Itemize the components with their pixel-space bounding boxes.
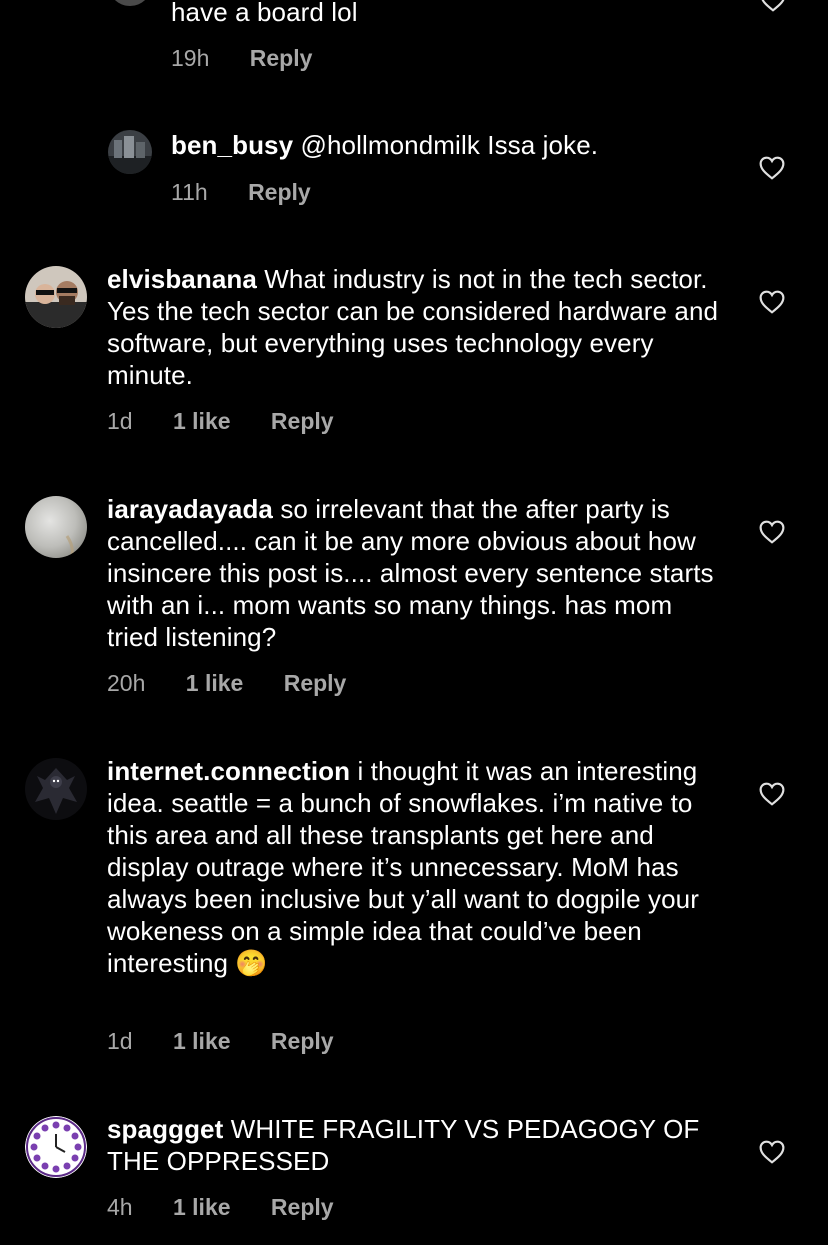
avatar[interactable] xyxy=(25,1116,87,1178)
comment-meta: 20h 1 like Reply xyxy=(107,670,380,697)
reply-button[interactable]: Reply xyxy=(284,670,347,696)
comment-body: Issa joke. xyxy=(487,130,599,160)
comment-time: 19h xyxy=(171,45,210,71)
comment-time: 4h xyxy=(107,1194,133,1220)
comment-username[interactable]: ben_busy xyxy=(171,130,293,160)
comment-meta: 19h Reply xyxy=(171,45,346,72)
comment-time: 20h xyxy=(107,670,146,696)
heart-outline-icon[interactable] xyxy=(759,1140,785,1164)
comment-username[interactable]: spaggget xyxy=(107,1114,223,1144)
avatar[interactable] xyxy=(25,496,87,558)
comment-meta: 1d 1 like Reply xyxy=(107,408,368,435)
likes-count[interactable]: 1 like xyxy=(186,670,244,696)
avatar[interactable] xyxy=(25,266,87,328)
comment-username[interactable]: iarayadayada xyxy=(107,494,273,524)
likes-count[interactable]: 1 like xyxy=(173,1194,231,1220)
reply-button[interactable]: Reply xyxy=(271,1028,334,1054)
comment-meta: 11h Reply xyxy=(171,179,345,206)
comment-username[interactable]: elvisbanana xyxy=(107,264,257,294)
reply-button[interactable]: Reply xyxy=(271,1194,334,1220)
comment-meta: 1d 1 like Reply xyxy=(107,1028,368,1055)
comment-text: ben_busy @hollmondmilk Issa joke. xyxy=(171,129,751,161)
likes-count[interactable]: 1 like xyxy=(173,408,231,434)
reply-button[interactable]: Reply xyxy=(248,179,311,205)
comment-body: i thought it was an interesting idea. se… xyxy=(107,756,699,978)
heart-outline-icon[interactable] xyxy=(759,520,785,544)
comment-text: internet.connection i thought it was an … xyxy=(107,755,722,979)
comment-meta: 4h 1 like Reply xyxy=(107,1194,368,1221)
avatar[interactable] xyxy=(25,758,87,820)
heart-outline-icon[interactable] xyxy=(759,782,785,806)
heart-outline-icon[interactable] xyxy=(760,0,786,12)
emoji-icon: 🤭 xyxy=(235,948,268,978)
comment-text: iarayadayada so irrelevant that the afte… xyxy=(107,493,722,653)
comment-username[interactable]: internet.connection xyxy=(107,756,350,786)
comment-time: 11h xyxy=(171,179,208,205)
likes-count[interactable]: 1 like xyxy=(173,1028,231,1054)
avatar[interactable] xyxy=(108,130,152,174)
comment-text: spaggget WHITE FRAGILITY VS PEDAGOGY OF … xyxy=(107,1113,722,1177)
heart-outline-icon[interactable] xyxy=(759,290,785,314)
comment-text: have a board lol xyxy=(171,0,358,27)
comment-time: 1d xyxy=(107,408,133,434)
reply-button[interactable]: Reply xyxy=(271,408,334,434)
comment-time: 1d xyxy=(107,1028,133,1054)
comment-text: elvisbanana What industry is not in the … xyxy=(107,263,722,391)
comment-mention[interactable]: @hollmondmilk xyxy=(301,130,480,160)
heart-outline-icon[interactable] xyxy=(759,156,785,180)
reply-button[interactable]: Reply xyxy=(250,45,313,71)
avatar[interactable] xyxy=(108,0,152,6)
